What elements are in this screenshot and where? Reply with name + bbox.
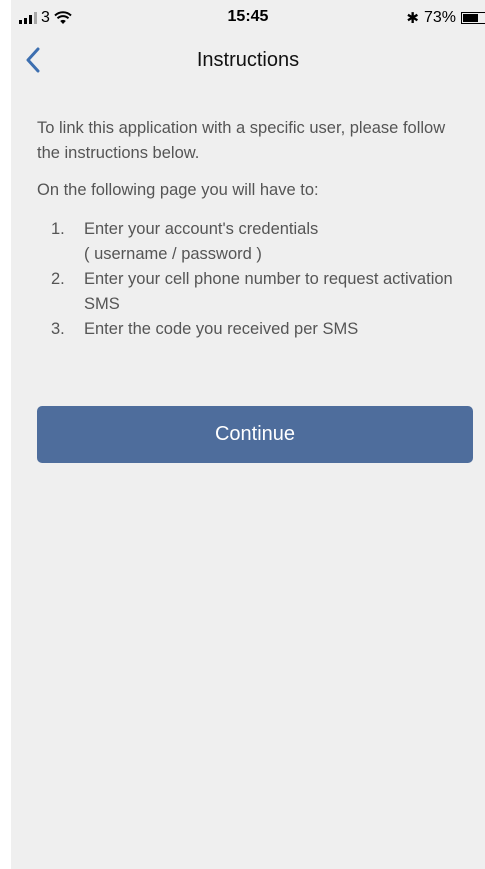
lead-text: On the following page you will have to: (37, 181, 319, 199)
page-title: Instructions (196, 49, 300, 71)
list-item: 3. Enter the code you received per SMS (51, 317, 462, 342)
intro-text: To link this application with a specific… (37, 119, 446, 162)
app-screen: 3 15:45 ✱ 73% Instructions To link this … (11, 0, 485, 869)
step-number: 2. (51, 270, 65, 288)
steps-list: 1. Enter your account's credentials ( us… (37, 217, 462, 342)
battery-fill (463, 14, 479, 22)
step-text: Enter your account's credentials ( usern… (84, 220, 319, 263)
battery-percent: 73% (423, 9, 456, 26)
list-item: 1. Enter your account's credentials ( us… (51, 217, 462, 267)
step-number: 1. (51, 220, 65, 238)
battery-icon (461, 12, 485, 24)
navigation-bar: Instructions (11, 38, 485, 82)
step-number: 3. (51, 320, 65, 338)
continue-button[interactable]: Continue (37, 406, 473, 463)
instructions-content: To link this application with a specific… (37, 116, 462, 342)
step-text: Enter the code you received per SMS (84, 320, 359, 338)
list-item: 2. Enter your cell phone number to reque… (51, 267, 462, 317)
status-bar: 3 15:45 ✱ 73% (11, 0, 485, 36)
step-text: Enter your cell phone number to request … (84, 270, 453, 313)
status-right: ✱ 73% (406, 8, 485, 28)
bluetooth-icon: ✱ (406, 10, 419, 27)
